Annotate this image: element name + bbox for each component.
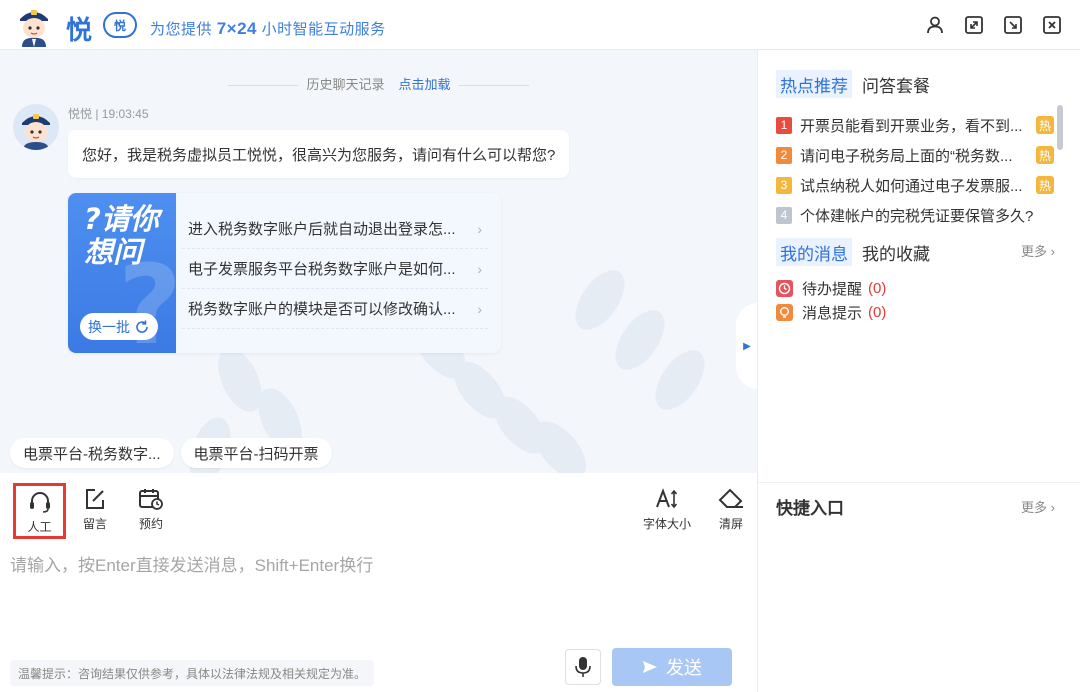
- chevron-right-icon: ›: [477, 220, 482, 237]
- hot-question-text: 开票员能看到开票业务，看不到...: [800, 117, 1023, 135]
- headset-icon: [29, 492, 50, 513]
- hot-question-text: 请问电子税务局上面的“税务数...: [800, 147, 1013, 165]
- edit-icon: [86, 489, 104, 509]
- messages-more-link[interactable]: 更多 ›: [1021, 241, 1055, 260]
- app-header: 悦 悦 为您提供 7×24 小时智能互动服务: [0, 0, 1080, 50]
- font-size-icon: [656, 488, 678, 509]
- clear-label: 清屏: [718, 517, 743, 531]
- clear-screen-button[interactable]: 清屏: [708, 487, 754, 532]
- refresh-label: 换一批: [88, 318, 130, 335]
- rank-badge: 4: [776, 206, 792, 224]
- hot-question-item[interactable]: 1 开票员能看到开票业务，看不到... 热: [776, 110, 1054, 140]
- calendar-clock-icon: [139, 489, 163, 510]
- hot-tag-badge: 热: [1036, 116, 1054, 134]
- eraser-icon: [718, 488, 743, 508]
- bot-logo-avatar: [20, 10, 48, 47]
- message-label: 留言: [82, 517, 107, 531]
- appointment-label: 预约: [138, 517, 163, 531]
- appointment-button[interactable]: 预约: [128, 487, 174, 532]
- topic-chip[interactable]: 电票平台-扫码开票: [180, 438, 332, 468]
- brand-name: 悦: [66, 16, 93, 46]
- minimize-icon[interactable]: [1000, 12, 1025, 37]
- bulb-icon: [776, 303, 793, 321]
- rank-badge: 3: [776, 176, 792, 194]
- message-meta: 悦悦 | 19:03:45: [68, 107, 149, 121]
- hot-question-item[interactable]: 4 个体建帐户的完税凭证要保管多久?: [776, 200, 1054, 230]
- ask-card-banner: ? ?请你 想问 换一批: [68, 193, 176, 353]
- rank-badge: 2: [776, 146, 792, 164]
- hot-tabs: 热点推荐 问答套餐: [776, 70, 934, 98]
- hot-list-scrollbar[interactable]: [1057, 105, 1063, 150]
- todo-count: (0): [868, 279, 887, 297]
- human-label: 人工: [27, 520, 52, 534]
- leave-message-button[interactable]: 留言: [72, 487, 118, 532]
- tab-my-favorites[interactable]: 我的收藏: [858, 238, 934, 266]
- input-toolbar: 人工 留言 预约 字体大小 清屏: [0, 473, 757, 543]
- chevron-right-icon: ›: [477, 260, 482, 277]
- message-tabs: 我的消息 我的收藏: [776, 238, 934, 266]
- brand-badge: 悦: [103, 12, 137, 38]
- topic-chip[interactable]: 电票平台-税务数字...: [10, 438, 174, 468]
- input-area: 温馨提示：咨询结果仅供参考，具体以法律法规及相关规定为准。 发送: [0, 543, 757, 692]
- history-label: 历史聊天记录: [306, 77, 385, 92]
- load-history-link[interactable]: 点击加载: [399, 77, 451, 92]
- font-size-label: 字体大小: [642, 517, 691, 531]
- human-agent-button[interactable]: 人工: [13, 483, 66, 539]
- disclaimer-notice: 温馨提示：咨询结果仅供参考，具体以法律法规及相关规定为准。: [10, 660, 375, 686]
- rank-badge: 1: [776, 116, 792, 134]
- send-label: 发送: [666, 658, 702, 678]
- header-tagline: 为您提供 7×24 小时智能互动服务: [150, 19, 386, 38]
- user-icon[interactable]: [922, 12, 947, 37]
- hot-question-item[interactable]: 3 试点纳税人如何通过电子发票服... 热: [776, 170, 1054, 200]
- suggested-questions-card: ? ?请你 想问 换一批 进入税务数字账户后就自动退出登录怎... › 电子发票服…: [68, 193, 501, 353]
- refresh-questions-button[interactable]: 换一批: [80, 313, 158, 340]
- suggested-question-item[interactable]: 电子发票服务平台税务数字账户是如何... ›: [182, 249, 488, 289]
- quick-topic-chips: 电票平台-税务数字... 电票平台-扫码开票: [10, 438, 332, 468]
- triangle-right-icon: ▶: [743, 340, 751, 352]
- tab-hot-recommend[interactable]: 热点推荐: [776, 70, 852, 98]
- collapse-panel-button[interactable]: ▶: [736, 303, 757, 389]
- clock-icon: [776, 279, 793, 297]
- voice-input-button[interactable]: [565, 649, 601, 685]
- history-bar: 历史聊天记录 点击加载: [0, 74, 757, 93]
- hot-question-text: 试点纳税人如何通过电子发票服...: [800, 177, 1023, 195]
- tab-qa-package[interactable]: 问答套餐: [858, 70, 934, 98]
- notice-count: (0): [868, 303, 887, 321]
- message-list: 待办提醒 (0) 消息提示 (0): [776, 276, 886, 324]
- suggested-question-item[interactable]: 税务数字账户的模块是否可以修改确认... ›: [182, 289, 488, 329]
- close-icon[interactable]: [1039, 12, 1064, 37]
- ask-card-title: ?请你 想问: [84, 202, 159, 269]
- hot-question-list: 1 开票员能看到开票业务，看不到... 热 2 请问电子税务局上面的“税务数... 热 3 试…: [776, 110, 1054, 230]
- message-input[interactable]: [10, 551, 740, 581]
- message-notice-item[interactable]: 消息提示 (0): [776, 300, 886, 324]
- font-size-button[interactable]: 字体大小: [638, 487, 696, 532]
- quick-entry-title: 快捷入口: [776, 499, 844, 518]
- bot-avatar: [13, 104, 59, 150]
- refresh-icon: [136, 320, 148, 333]
- hot-tag-badge: 热: [1036, 176, 1054, 194]
- todo-reminder-item[interactable]: 待办提醒 (0): [776, 276, 886, 300]
- chat-area[interactable]: 历史聊天记录 点击加载 悦悦 | 19:03:45 您好，我是税务虚拟员工悦悦，很…: [0, 50, 757, 473]
- tab-my-messages[interactable]: 我的消息: [776, 238, 852, 266]
- send-icon: [643, 661, 657, 673]
- panel-divider: [758, 482, 1080, 483]
- hot-tag-badge: 热: [1036, 146, 1054, 164]
- maximize-icon[interactable]: [961, 12, 986, 37]
- right-panel: 热点推荐 问答套餐 1 开票员能看到开票业务，看不到... 热 2 请问电子税务局上面的…: [757, 50, 1080, 692]
- hot-question-text: 个体建帐户的完税凭证要保管多久?: [800, 207, 1034, 225]
- quick-entry-more-link[interactable]: 更多 ›: [1021, 497, 1055, 516]
- microphone-icon: [575, 657, 591, 677]
- suggested-question-item[interactable]: 进入税务数字账户后就自动退出登录怎... ›: [182, 209, 488, 249]
- bot-greeting-bubble: 您好，我是税务虚拟员工悦悦，很高兴为您服务，请问有什么可以帮您?: [68, 130, 570, 178]
- suggested-questions-list: 进入税务数字账户后就自动退出登录怎... › 电子发票服务平台税务数字账户是如何.…: [182, 209, 488, 329]
- chevron-right-icon: ›: [477, 300, 482, 317]
- hot-question-item[interactable]: 2 请问电子税务局上面的“税务数... 热: [776, 140, 1054, 170]
- send-button[interactable]: 发送: [612, 648, 732, 686]
